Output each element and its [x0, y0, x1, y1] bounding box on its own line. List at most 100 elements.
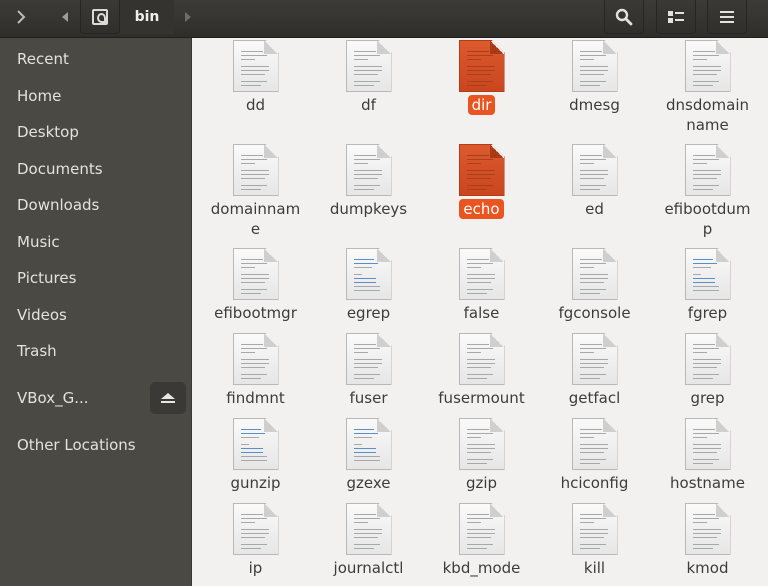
file-item[interactable]: gzip: [425, 418, 538, 503]
home-drive-icon: [92, 8, 108, 25]
file-item[interactable]: egrep: [312, 248, 425, 333]
sidebar-item-videos[interactable]: Videos: [0, 300, 192, 330]
file-name: fusermount: [438, 389, 525, 407]
text-file-icon: [684, 418, 731, 470]
text-lines: [692, 51, 721, 89]
forward-button[interactable]: [0, 0, 42, 34]
view-toggle-button[interactable]: [656, 0, 696, 34]
path-scroll-right-button[interactable]: [174, 0, 202, 34]
file-item[interactable]: efibootdump: [651, 144, 764, 248]
file-name: fgrep: [687, 304, 728, 322]
main-menu-button[interactable]: [707, 0, 747, 34]
text-lines: [240, 51, 269, 89]
text-lines: [692, 514, 721, 552]
text-file-icon: [345, 144, 392, 196]
text-file-icon: [571, 503, 618, 555]
file-name: ip: [248, 559, 263, 577]
sidebar-item-desktop[interactable]: Desktop: [0, 117, 192, 147]
sidebar-item-documents[interactable]: Documents: [0, 154, 192, 184]
text-lines: [353, 155, 382, 193]
file-item[interactable]: domainname: [199, 144, 312, 248]
text-lines: [353, 514, 382, 552]
file-item[interactable]: kbd_mode: [425, 503, 538, 586]
text-lines: [240, 514, 269, 552]
sidebar-item-home[interactable]: Home: [0, 81, 192, 111]
sidebar-item-label: Home: [17, 87, 62, 105]
file-name: egrep: [346, 304, 391, 322]
text-lines: [692, 155, 721, 193]
file-item[interactable]: dd: [199, 40, 312, 144]
list-view-icon: [668, 10, 684, 23]
file-item[interactable]: getfacl: [538, 333, 651, 418]
text-lines: [692, 259, 721, 294]
eject-button[interactable]: [150, 382, 186, 414]
file-item[interactable]: hciconfig: [538, 418, 651, 503]
sidebar-item-label: Documents: [17, 160, 103, 178]
file-item[interactable]: gzexe: [312, 418, 425, 503]
file-name: echo: [459, 199, 504, 219]
text-file-icon: [232, 248, 279, 300]
sidebar-item-music[interactable]: Music: [0, 227, 192, 257]
places-sidebar: Recent Home Desktop Documents Downloads …: [0, 38, 192, 586]
text-lines: [579, 344, 608, 382]
sidebar-item-label: Downloads: [17, 196, 100, 214]
file-name: domainname: [210, 200, 301, 238]
file-item[interactable]: hostname: [651, 418, 764, 503]
script-file-icon: [345, 418, 392, 470]
file-item[interactable]: dnsdomainname: [651, 40, 764, 144]
file-name: grep: [690, 389, 725, 407]
file-item[interactable]: dmesg: [538, 40, 651, 144]
file-item[interactable]: fuser: [312, 333, 425, 418]
text-file-icon: [571, 248, 618, 300]
file-name: dir: [467, 95, 496, 115]
file-item[interactable]: kill: [538, 503, 651, 586]
file-item[interactable]: dumpkeys: [312, 144, 425, 248]
file-name: dd: [245, 96, 266, 114]
sidebar-item-label: VBox_G...: [17, 389, 89, 407]
text-lines: [579, 259, 608, 297]
sidebar-item-pictures[interactable]: Pictures: [0, 263, 192, 293]
file-item[interactable]: false: [425, 248, 538, 333]
file-name: findmnt: [226, 389, 285, 407]
sidebar-item-label: Desktop: [17, 123, 79, 141]
file-item[interactable]: findmnt: [199, 333, 312, 418]
text-file-icon: [345, 333, 392, 385]
current-folder-label: bin: [134, 9, 160, 25]
file-item[interactable]: fgconsole: [538, 248, 651, 333]
file-item[interactable]: efibootmgr: [199, 248, 312, 333]
text-lines: [579, 155, 608, 193]
path-current-folder-button[interactable]: bin: [120, 0, 174, 34]
header-bar: bin: [0, 0, 768, 38]
file-name: ed: [585, 200, 604, 218]
file-item[interactable]: fgrep: [651, 248, 764, 333]
text-lines: [466, 51, 495, 89]
text-lines: [579, 429, 608, 467]
file-item[interactable]: echo: [425, 144, 538, 248]
sidebar-item-trash[interactable]: Trash: [0, 336, 192, 366]
text-lines: [466, 259, 495, 297]
file-item[interactable]: dir: [425, 40, 538, 144]
file-item[interactable]: fusermount: [425, 333, 538, 418]
search-button[interactable]: [604, 0, 644, 34]
file-item[interactable]: df: [312, 40, 425, 144]
file-item[interactable]: kmod: [651, 503, 764, 586]
sidebar-item-downloads[interactable]: Downloads: [0, 190, 192, 220]
triangle-right-icon: [185, 12, 191, 22]
file-grid: dd df dir dmesg dnsdomainname domainname dumpk…: [199, 40, 764, 586]
text-lines: [579, 51, 608, 89]
file-item[interactable]: journalctl: [312, 503, 425, 586]
path-scroll-left-button[interactable]: [50, 0, 80, 34]
file-item[interactable]: grep: [651, 333, 764, 418]
sidebar-item-recent[interactable]: Recent: [0, 44, 192, 74]
text-file-icon: [345, 503, 392, 555]
file-name: gunzip: [230, 474, 281, 492]
file-item[interactable]: ed: [538, 144, 651, 248]
text-file-icon: [232, 40, 279, 92]
text-file-icon: [345, 40, 392, 92]
sidebar-item-other-locations[interactable]: Other Locations: [0, 430, 192, 460]
path-root-button[interactable]: [80, 0, 120, 34]
file-item[interactable]: gunzip: [199, 418, 312, 503]
text-file-icon: [571, 333, 618, 385]
file-item[interactable]: ip: [199, 503, 312, 586]
text-lines: [353, 259, 382, 294]
